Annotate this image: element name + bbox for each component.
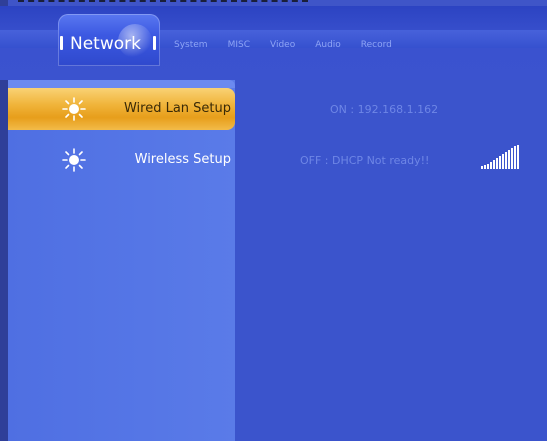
menu-item-label: Wireless Setup <box>134 152 231 167</box>
left-arrow-icon <box>60 36 63 50</box>
tab-misc[interactable]: MISC <box>228 40 250 50</box>
tab-record[interactable]: Record <box>361 40 392 50</box>
sun-icon <box>62 97 86 121</box>
tab-system[interactable]: System <box>174 40 208 50</box>
tab-network-label: Network <box>70 34 141 54</box>
signal-strength-icon <box>481 145 519 169</box>
tab-network[interactable]: Network <box>58 14 160 66</box>
menu-item-label: Wired Lan Setup <box>123 101 231 116</box>
wireless-status: OFF : DHCP Not ready!! <box>300 154 430 167</box>
wired-lan-status: ON : 192.168.1.162 <box>330 103 439 116</box>
settings-values-panel <box>235 80 547 441</box>
menu-item-wireless-setup[interactable]: Wireless Setup <box>8 139 235 181</box>
sidebar-top-edge <box>8 80 235 88</box>
tab-video[interactable]: Video <box>270 40 295 50</box>
menu-item-wired-lan-setup[interactable]: Wired Lan Setup <box>8 88 235 130</box>
right-arrow-icon <box>153 36 156 50</box>
tab-list: System MISC Video Audio Record <box>174 40 392 50</box>
settings-sidebar <box>8 80 235 441</box>
sun-icon <box>62 148 86 172</box>
tab-audio[interactable]: Audio <box>315 40 341 50</box>
